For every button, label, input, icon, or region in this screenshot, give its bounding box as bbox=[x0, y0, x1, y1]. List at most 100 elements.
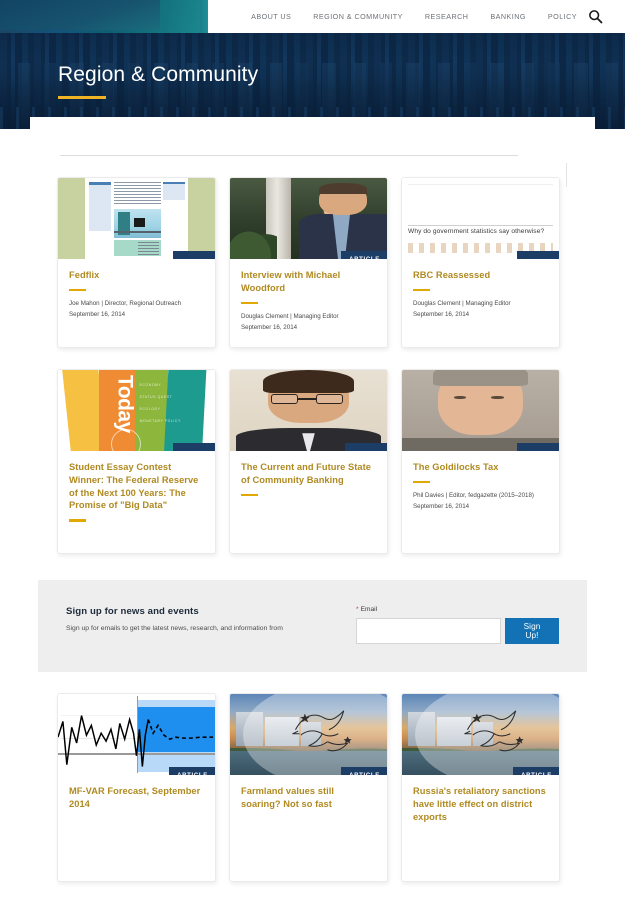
card-badge bbox=[517, 251, 559, 259]
card-grid-row-2: Today ECONOMY STATUS QUEST ECOLOGY MONET… bbox=[0, 348, 625, 554]
eagle-seal-cityscape-art bbox=[230, 694, 387, 775]
eagle-icon bbox=[292, 710, 353, 752]
card-date: September 16, 2014 bbox=[69, 311, 126, 319]
card-grid-row-1: Fedflix Joe Mahon | Director, Regional O… bbox=[0, 156, 625, 348]
logo-edge bbox=[200, 0, 208, 33]
card-title[interactable]: Fedflix bbox=[69, 269, 204, 282]
card-body: RBC Reassessed Douglas Clement | Managin… bbox=[402, 259, 559, 347]
card-student-essay-contest[interactable]: Today ECONOMY STATUS QUEST ECOLOGY MONET… bbox=[57, 369, 216, 554]
card-badge bbox=[345, 443, 387, 451]
card-date: September 16, 2014 bbox=[413, 503, 470, 511]
card-goldilocks-tax[interactable]: The Goldilocks Tax Phil Davies | Editor,… bbox=[401, 369, 560, 554]
card-thumbnail bbox=[58, 178, 215, 259]
magazine-label: ECOLOGY bbox=[139, 406, 161, 411]
card-title-underline bbox=[69, 519, 86, 522]
sign-up-button[interactable]: Sign Up! bbox=[505, 618, 559, 644]
card-fedflix[interactable]: Fedflix Joe Mahon | Director, Regional O… bbox=[57, 177, 216, 348]
card-title[interactable]: The Current and Future State of Communit… bbox=[241, 461, 376, 487]
card-badge bbox=[173, 443, 215, 451]
card-body: Interview with Michael Woodford Douglas … bbox=[230, 259, 387, 347]
card-thumbnail: ARTICLE bbox=[58, 694, 215, 775]
search-icon[interactable] bbox=[588, 9, 603, 24]
required-asterisk: * bbox=[356, 606, 359, 613]
card-badge: ARTICLE bbox=[513, 767, 559, 775]
card-title[interactable]: Russia's retaliatory sanctions have litt… bbox=[413, 785, 548, 823]
card-body: Student Essay Contest Winner: The Federa… bbox=[58, 451, 215, 553]
card-rbc-reassessed[interactable]: Why do government statistics say otherwi… bbox=[401, 177, 560, 348]
card-current-future-community-banking[interactable]: The Current and Future State of Communit… bbox=[229, 369, 388, 554]
card-body: Farmland values still soaring? Not so fa… bbox=[230, 775, 387, 881]
magazine-title: Today bbox=[113, 374, 137, 433]
community-banking-portrait bbox=[230, 370, 387, 451]
card-title[interactable]: Farmland values still soaring? Not so fa… bbox=[241, 785, 376, 811]
card-badge: ARTICLE bbox=[169, 767, 215, 775]
card-byline: Douglas Clement | Managing Editor bbox=[413, 300, 511, 308]
card-title[interactable]: The Goldilocks Tax bbox=[413, 461, 548, 474]
card-thumbnail bbox=[402, 370, 559, 451]
main-navigation: ABOUT US REGION & COMMUNITY RESEARCH BAN… bbox=[251, 0, 577, 33]
site-logo[interactable] bbox=[0, 0, 208, 33]
mf-var-forecast-chart bbox=[58, 694, 215, 775]
card-thumbnail: ARTICLE bbox=[402, 694, 559, 775]
card-badge bbox=[517, 443, 559, 451]
magazine-label: MONETARY POLICY bbox=[139, 418, 181, 423]
card-thumbnail: Today ECONOMY STATUS QUEST ECOLOGY MONET… bbox=[58, 370, 215, 451]
card-title-underline bbox=[241, 301, 258, 305]
rbc-article-art: Why do government statistics say otherwi… bbox=[402, 178, 559, 259]
card-body: MF-VAR Forecast, September 2014 bbox=[58, 775, 215, 881]
thumbnail-caption: Why do government statistics say otherwi… bbox=[408, 228, 545, 236]
right-edge-tick bbox=[566, 163, 567, 187]
card-byline: Joe Mahon | Director, Regional Outreach bbox=[69, 300, 182, 308]
card-date: September 16, 2014 bbox=[413, 311, 470, 319]
signup-title: Sign up for news and events bbox=[66, 606, 199, 617]
card-byline: Douglas Clement | Managing Editor bbox=[241, 313, 339, 321]
card-badge: ARTICLE bbox=[341, 767, 387, 775]
email-input[interactable] bbox=[356, 618, 502, 644]
hero-bottom-panel bbox=[30, 117, 595, 129]
card-title-underline bbox=[413, 288, 430, 292]
goldilocks-tax-portrait bbox=[402, 370, 559, 451]
card-title[interactable]: Student Essay Contest Winner: The Federa… bbox=[69, 461, 204, 512]
card-mf-var-forecast[interactable]: ARTICLE MF-VAR Forecast, September 2014 bbox=[57, 693, 216, 882]
hero-banner: Region & Community bbox=[0, 33, 625, 129]
card-title[interactable]: MF-VAR Forecast, September 2014 bbox=[69, 785, 204, 811]
today-magazine-art: Today ECONOMY STATUS QUEST ECOLOGY MONET… bbox=[58, 370, 215, 451]
card-badge bbox=[173, 251, 215, 259]
card-russia-sanctions[interactable]: ARTICLE Russia's retaliatory sanctions h… bbox=[401, 693, 560, 882]
nav-research[interactable]: RESEARCH bbox=[425, 12, 469, 21]
card-title[interactable]: RBC Reassessed bbox=[413, 269, 548, 282]
card-badge: ARTICLE bbox=[341, 251, 387, 259]
card-byline: Phil Davies | Editor, fedgazette (2015–2… bbox=[413, 492, 534, 500]
card-thumbnail: ARTICLE bbox=[230, 178, 387, 259]
card-body: The Current and Future State of Communit… bbox=[230, 451, 387, 553]
card-title-underline bbox=[69, 288, 86, 292]
magazine-label: ECONOMY bbox=[139, 382, 162, 387]
nav-region-community[interactable]: REGION & COMMUNITY bbox=[313, 12, 403, 21]
nav-banking[interactable]: BANKING bbox=[490, 12, 526, 21]
fedflix-screenshot-art bbox=[58, 178, 215, 259]
site-header: ABOUT US REGION & COMMUNITY RESEARCH BAN… bbox=[0, 0, 625, 33]
main-content: Fedflix Joe Mahon | Director, Regional O… bbox=[0, 155, 625, 882]
card-title[interactable]: Interview with Michael Woodford bbox=[241, 269, 376, 295]
eagle-icon bbox=[464, 710, 525, 752]
card-body: Russia's retaliatory sanctions have litt… bbox=[402, 775, 559, 881]
signup-subtitle: Sign up for emails to get the latest new… bbox=[66, 625, 283, 632]
page-title: Region & Community bbox=[58, 62, 259, 86]
title-underline bbox=[58, 96, 106, 100]
card-body: The Goldilocks Tax Phil Davies | Editor,… bbox=[402, 451, 559, 553]
card-title-underline bbox=[241, 493, 258, 497]
eagle-seal-cityscape-art bbox=[402, 694, 559, 775]
card-thumbnail: Why do government statistics say otherwi… bbox=[402, 178, 559, 259]
email-label: * Email bbox=[356, 606, 559, 613]
card-thumbnail bbox=[230, 370, 387, 451]
card-date: September 16, 2014 bbox=[241, 324, 298, 331]
michael-woodford-photo bbox=[230, 178, 387, 259]
card-interview-michael-woodford[interactable]: ARTICLE Interview with Michael Woodford … bbox=[229, 177, 388, 348]
nav-policy[interactable]: POLICY bbox=[548, 12, 577, 21]
nav-about-us[interactable]: ABOUT US bbox=[251, 12, 291, 21]
card-farmland-values[interactable]: ARTICLE Farmland values still soaring? N… bbox=[229, 693, 388, 882]
card-title-underline bbox=[413, 480, 430, 484]
email-label-text: Email bbox=[360, 606, 378, 613]
newsletter-signup-section: Sign up for news and events Sign up for … bbox=[38, 580, 587, 672]
card-body: Fedflix Joe Mahon | Director, Regional O… bbox=[58, 259, 215, 347]
